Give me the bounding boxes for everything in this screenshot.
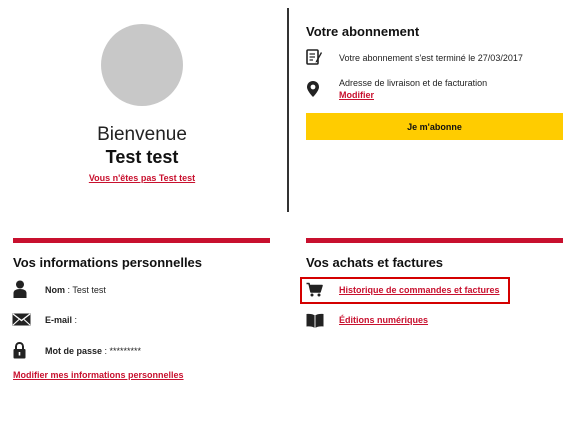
digital-editions-link[interactable]: Éditions numériques	[339, 315, 428, 325]
not-you-link[interactable]: Vous n'êtes pas Test test	[0, 173, 284, 183]
section-divider-left	[13, 238, 270, 243]
modify-personal-info-link[interactable]: Modifier mes informations personnelles	[13, 370, 184, 380]
modify-address-link[interactable]: Modifier	[339, 90, 374, 100]
book-icon	[306, 313, 324, 328]
envelope-icon	[12, 313, 31, 326]
vertical-divider	[287, 8, 289, 212]
name-label: Nom	[45, 285, 65, 295]
email-row: E-mail :	[45, 315, 77, 325]
name-row: Nom : Test test	[45, 285, 106, 295]
section-divider-right	[306, 238, 563, 243]
password-row: Mot de passe : *********	[45, 346, 141, 356]
name-value: : Test test	[65, 285, 106, 295]
document-edit-icon	[306, 48, 322, 66]
subscription-status: Votre abonnement s'est terminé le 27/03/…	[339, 53, 523, 63]
location-pin-icon	[306, 80, 320, 98]
user-name: Test test	[105, 147, 179, 167]
password-label: Mot de passe	[45, 346, 103, 356]
highlight-box	[300, 277, 510, 304]
purchases-title: Vos achats et factures	[306, 255, 444, 270]
subscribe-button[interactable]: Je m'abonne	[306, 113, 563, 140]
lock-icon	[13, 342, 26, 359]
subscription-title: Votre abonnement	[306, 24, 420, 39]
avatar	[101, 24, 183, 106]
personal-info-title: Vos informations personnelles	[13, 255, 203, 270]
address-label: Adresse de livraison et de facturation	[339, 78, 488, 88]
email-value: :	[72, 315, 78, 325]
email-label: E-mail	[45, 315, 73, 325]
password-value: : *********	[102, 346, 142, 356]
user-icon	[13, 280, 27, 298]
welcome-text: Bienvenue	[97, 124, 187, 145]
